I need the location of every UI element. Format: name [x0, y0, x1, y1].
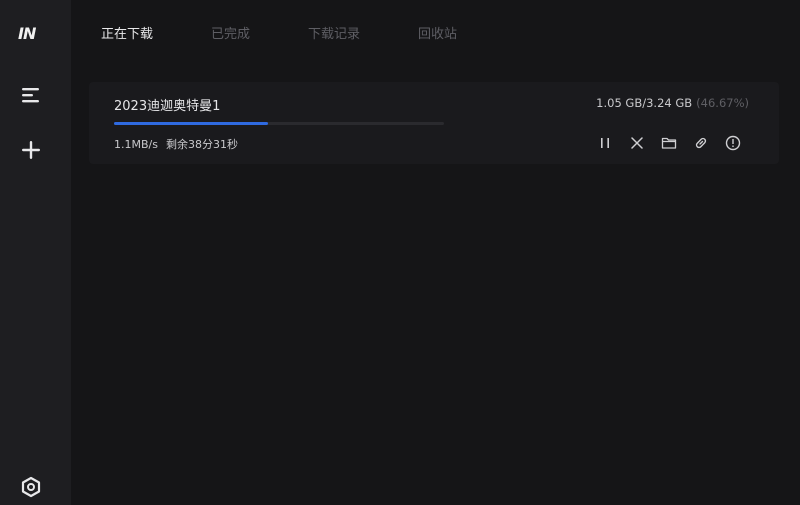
tab-history[interactable]: 下载记录	[308, 26, 360, 46]
download-size: 1.05 GB/3.24 GB (46.67%)	[596, 96, 749, 110]
plus-icon[interactable]	[18, 137, 44, 163]
main-area: 正在下载 已完成 下载记录 回收站 2023迪迦奥特曼1 1.05 GB/3.2…	[71, 0, 800, 505]
percent-text: (46.67%)	[696, 96, 749, 110]
close-icon[interactable]	[621, 134, 653, 152]
time-remaining: 剩余38分31秒	[165, 138, 238, 151]
folder-icon[interactable]	[653, 134, 685, 152]
info-icon[interactable]	[717, 134, 749, 152]
download-item: 2023迪迦奥特曼1 1.05 GB/3.24 GB (46.67%) 1.1MB…	[89, 82, 779, 164]
download-speed: 1.1MB/s	[114, 138, 158, 151]
menu-icon[interactable]	[18, 82, 44, 108]
settings-hex-icon[interactable]	[18, 474, 44, 500]
app-logo: IN	[18, 24, 36, 43]
progress-fill	[114, 122, 268, 125]
download-actions	[589, 134, 749, 152]
tab-completed[interactable]: 已完成	[211, 26, 250, 46]
sidebar: IN	[0, 0, 71, 505]
progress-bar	[114, 122, 444, 125]
tab-recycle-bin[interactable]: 回收站	[418, 26, 457, 46]
pause-icon[interactable]	[589, 134, 621, 152]
tab-bar: 正在下载 已完成 下载记录 回收站	[101, 26, 515, 46]
link-icon[interactable]	[685, 134, 717, 152]
download-status: 1.1MB/s 剩余38分31秒	[114, 136, 246, 152]
tab-downloading[interactable]: 正在下载	[101, 26, 153, 46]
size-text: 1.05 GB/3.24 GB	[596, 96, 693, 110]
download-name: 2023迪迦奥特曼1	[114, 99, 221, 114]
